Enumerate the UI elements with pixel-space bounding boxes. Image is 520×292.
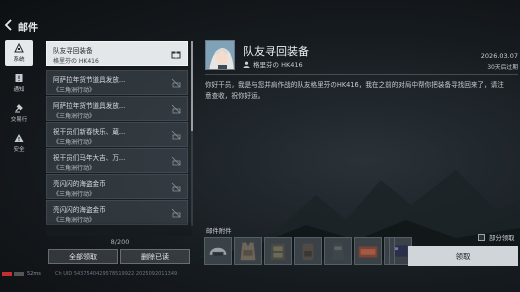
sidebar-item-label: 系统: [13, 57, 25, 63]
back-arrow-icon[interactable]: [2, 18, 16, 32]
mail-item-title: 队友寻回装备: [53, 47, 93, 55]
top-bar: 邮件: [0, 0, 520, 34]
page-title: 邮件: [18, 23, 38, 34]
list-fade: [46, 222, 192, 236]
mail-item[interactable]: 阿萨拉年货节道具发放... 《三角洲行动》: [46, 96, 188, 121]
attachment-overflow: [389, 237, 395, 265]
claimed-icon: [171, 156, 181, 166]
attachment-item-vest[interactable]: [234, 237, 262, 265]
avatar-portrait-icon: [206, 41, 234, 69]
mail-list-scrollbar-thumb[interactable]: [191, 41, 193, 131]
mail-item-sender: 《三角洲行动》: [53, 87, 96, 94]
mail-item[interactable]: 阿萨拉年货节道具发放... 《三角洲行动》: [46, 70, 188, 95]
mail-body: 你好干员，我是与您并肩作战的队友格里芬のHK416，我在之前的对局中帮你把装备寻…: [205, 81, 504, 100]
user-icon: [243, 61, 250, 68]
mail-detail-title: 队友寻回装备: [243, 45, 309, 58]
mail-item-sender: 《三角洲行动》: [53, 139, 96, 146]
trade-icon: [15, 104, 23, 113]
delete-read-button[interactable]: 删除已读: [120, 249, 190, 264]
attachment-item-helmet[interactable]: [204, 237, 232, 265]
case-icon: [358, 246, 378, 258]
ping-value: 52ms: [27, 271, 41, 277]
mail-item-title: 亮闪闪的海盗金币: [53, 180, 106, 188]
claimed-icon: [171, 104, 181, 114]
attachment-item-backpack[interactable]: [294, 237, 322, 265]
claim-all-button[interactable]: 全部领取: [48, 249, 118, 264]
battery-icon: [14, 272, 24, 276]
claimed-icon: [171, 130, 181, 140]
sender-name: 格里芬の HK416: [253, 61, 303, 69]
attachment-item-rig[interactable]: [324, 237, 352, 265]
claimed-icon: [171, 78, 181, 88]
sidebar-item-label: 交易行: [10, 117, 28, 123]
claimed-icon: [171, 208, 181, 218]
sender-avatar: [205, 40, 235, 70]
mail-item[interactable]: 祝干员们新春快乐、蔵... 《三角洲行动》: [46, 122, 188, 147]
mail-item-title: 祝干员们马年大吉、万...: [53, 154, 126, 162]
backpack-icon: [302, 243, 314, 261]
rig-icon: [331, 242, 345, 261]
mail-item[interactable]: 亮闪闪的海盗金币 《三角洲行动》: [46, 174, 188, 199]
mail-item-title: 亮闪闪的海盗金币: [53, 206, 106, 214]
mail-item-sender: 格里芬の HK416: [53, 58, 99, 65]
helmet-icon: [209, 247, 227, 256]
mail-item-sender: 《三角洲行动》: [53, 191, 96, 198]
mail-item[interactable]: 祝干员们马年大吉、万... 《三角洲行动》: [46, 148, 188, 173]
sidebar-item-trade[interactable]: 交易行: [5, 100, 33, 126]
sidebar-item-notice[interactable]: 通知: [5, 70, 33, 96]
sidebar-item-system[interactable]: 系统: [5, 40, 33, 66]
network-signal-icon: [2, 272, 12, 276]
notice-icon: [15, 74, 23, 82]
mail-item-title: 祝干员们新春快乐、蔵...: [53, 128, 126, 136]
sidebar-item-label: 通知: [13, 87, 25, 93]
claim-button[interactable]: 领取: [408, 246, 518, 266]
vest-icon: [240, 242, 256, 261]
mail-expiry: 30天后过期: [487, 65, 518, 71]
system-icon: [14, 43, 24, 53]
mail-date: 2026.03.07: [480, 52, 518, 60]
mail-item-title: 阿萨拉年货节道具发放...: [53, 102, 126, 110]
partial-claim-checkbox[interactable]: [478, 234, 485, 241]
gift-icon: [171, 51, 181, 59]
armor-icon: [270, 243, 286, 261]
partial-claim-label: 部分领取: [489, 234, 515, 242]
warning-icon: [14, 134, 24, 142]
sidebar-item-security[interactable]: 安全: [5, 130, 33, 156]
mail-detail-sender: 格里芬の HK416: [243, 59, 303, 69]
uid-text: Ch UID 5437540429578519922 2025092011349: [55, 271, 178, 277]
mail-item-sender: 《三角洲行动》: [53, 113, 96, 120]
partial-claim-toggle[interactable]: 部分领取: [478, 233, 515, 242]
mail-item-title: 阿萨拉年货节道具发放...: [53, 76, 126, 84]
mail-item-sender: 《三角洲行动》: [53, 165, 96, 172]
mail-count: 8/200: [110, 238, 130, 246]
attachment-item-armor[interactable]: [264, 237, 292, 265]
claimed-icon: [171, 182, 181, 192]
detail-divider: [205, 74, 518, 75]
mail-item[interactable]: 队友寻回装备 格里芬の HK416: [46, 41, 188, 66]
sidebar-item-label: 安全: [13, 147, 25, 153]
attachments-label: 邮件附件: [206, 227, 232, 235]
attachment-item-case[interactable]: [354, 237, 382, 265]
status-footer: 52ms Ch UID 5437540429578519922 20250920…: [0, 269, 520, 281]
